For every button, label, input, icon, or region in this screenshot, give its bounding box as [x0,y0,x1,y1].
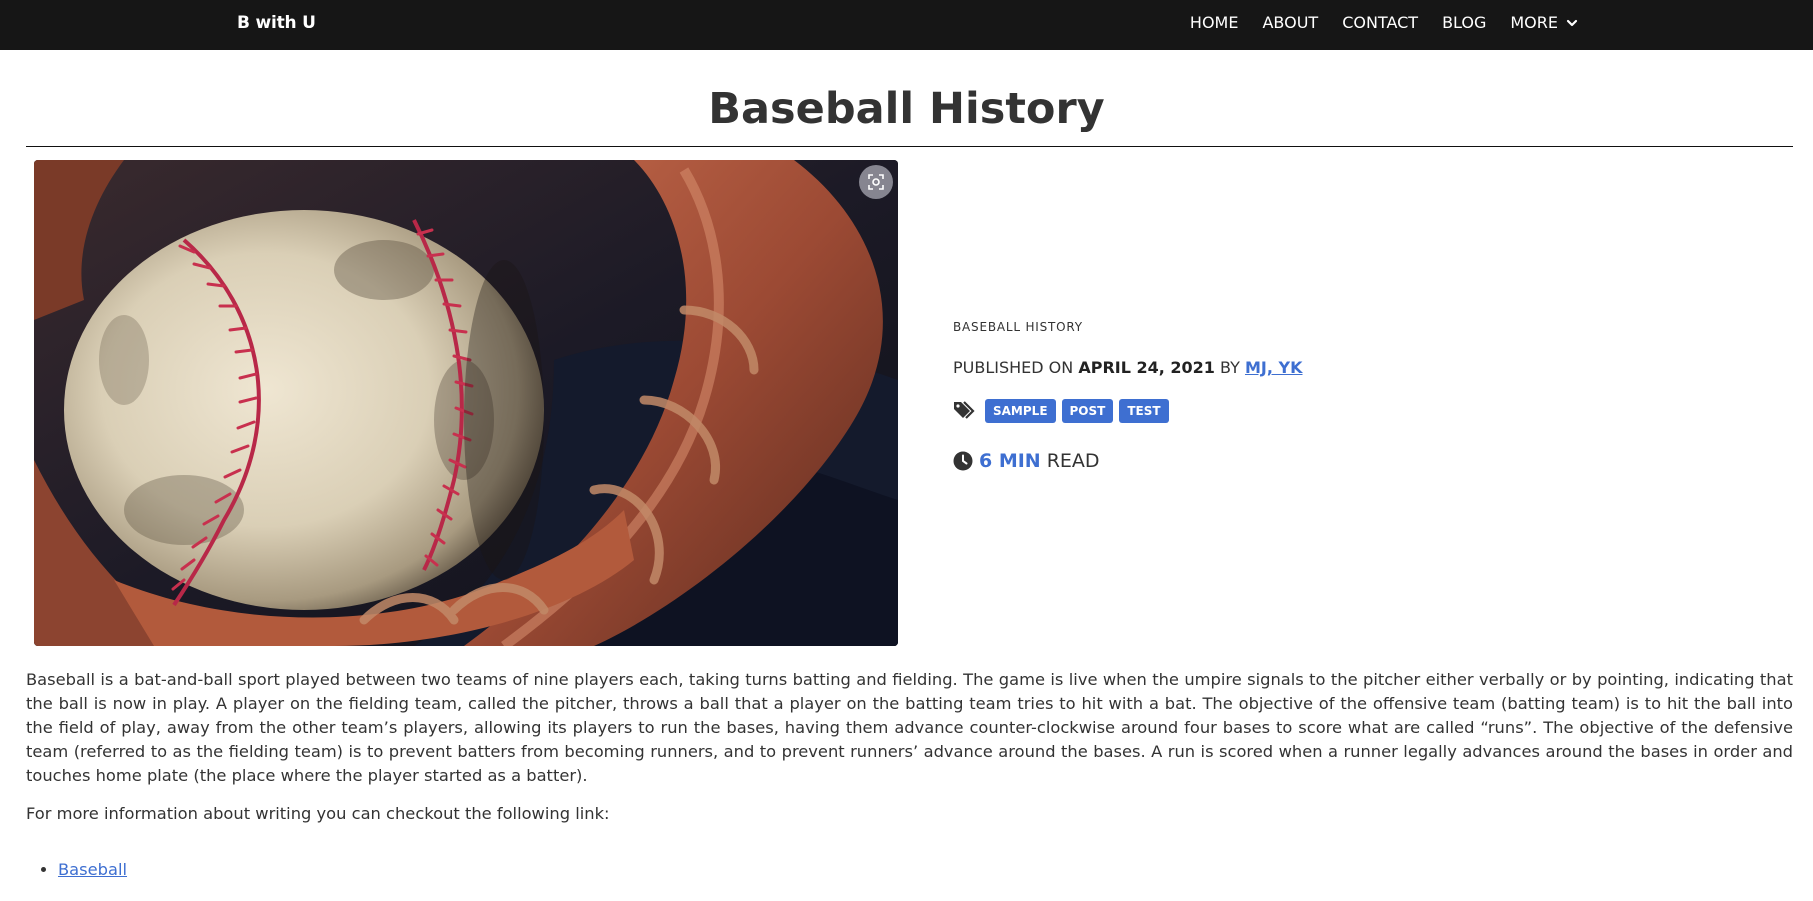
image-zoom-button[interactable] [859,165,893,199]
post-tags: SAMPLE POST TEST [953,398,1753,424]
published-date: APRIL 24, 2021 [1078,358,1215,377]
post-published-line: PUBLISHED ON APRIL 24, 2021 BY MJ, YK [953,358,1753,382]
nav-links: HOME ABOUT CONTACT BLOG MORE [1166,13,1578,32]
read-time: 6 MIN READ [953,448,1753,474]
zoom-icon [868,174,884,190]
baseball-glove-image [34,160,898,646]
top-navbar: B with U HOME ABOUT CONTACT BLOG MORE [0,0,1813,50]
nav-home[interactable]: HOME [1190,13,1239,32]
published-prefix: PUBLISHED ON [953,358,1074,377]
brand-logo[interactable]: B with U [237,13,316,33]
post-category[interactable]: BASEBALL HISTORY [953,320,1753,340]
post-body: Baseball is a bat-and-ball sport played … [26,670,1793,785]
read-label: READ [1046,450,1100,472]
page-title: Baseball History [708,84,1105,134]
post-meta: BASEBALL HISTORY PUBLISHED ON APRIL 24, … [953,320,1753,474]
read-minutes: 6 MIN [979,450,1041,472]
nav-more-label: MORE [1510,13,1558,32]
baseball-link[interactable]: Baseball [58,860,127,879]
tag-sample[interactable]: SAMPLE [985,399,1056,423]
chevron-down-icon [1566,19,1578,26]
nav-blog[interactable]: BLOG [1442,13,1486,32]
published-by: BY [1220,358,1240,377]
nav-about[interactable]: ABOUT [1262,13,1318,32]
nav-contact[interactable]: CONTACT [1342,13,1418,32]
author-link[interactable]: MJ, YK [1245,358,1303,377]
list-item: Baseball [58,860,127,879]
post-featured-image[interactable] [34,160,898,646]
tags-icon [954,401,975,419]
title-divider [26,146,1793,147]
nav-more-dropdown[interactable]: MORE [1510,13,1578,32]
clock-icon [953,451,973,471]
more-info-text: For more information about writing you c… [26,804,610,823]
tag-test[interactable]: TEST [1119,399,1169,423]
reference-links: Baseball [26,860,127,879]
tag-post[interactable]: POST [1061,399,1114,423]
